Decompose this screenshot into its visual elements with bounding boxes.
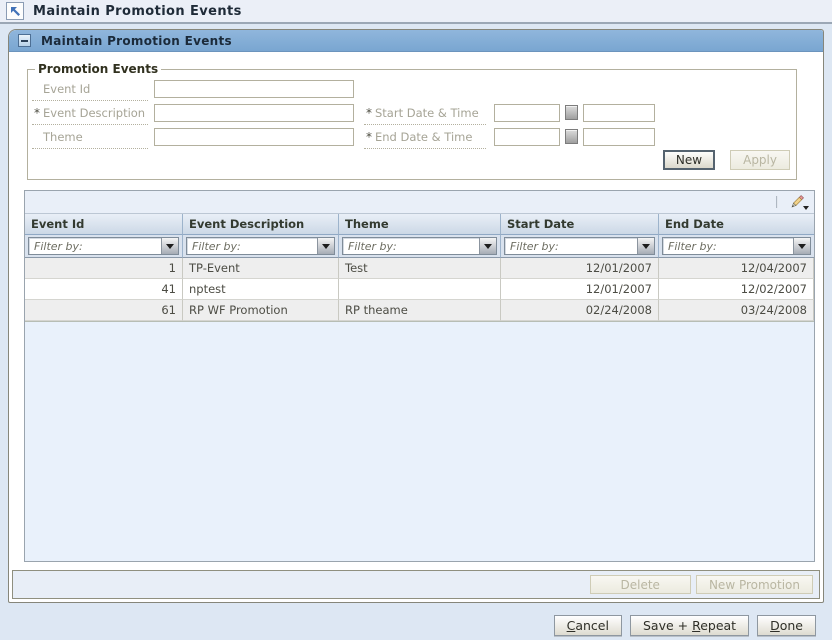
dropdown-arrow-icon[interactable] — [479, 238, 496, 254]
required-marker: * — [366, 130, 372, 144]
maintain-promotion-events-panel: Maintain Promotion Events Promotion Even… — [8, 29, 824, 603]
table-filter-row: Filter by: Filter by: Filter by: Filter … — [25, 235, 814, 258]
table-toolbar — [25, 191, 814, 214]
minus-icon — [21, 39, 28, 42]
dialog-action-bar: Cancel Save + Repeat Done — [8, 603, 824, 636]
end-datetime-row: * End Date & Time — [364, 128, 655, 152]
end-date-field[interactable] — [494, 128, 560, 146]
event-description-field[interactable] — [154, 104, 354, 122]
dropdown-arrow-icon[interactable] — [317, 238, 334, 254]
column-header-event-description[interactable]: Event Description — [183, 214, 339, 235]
toolbar-separator — [776, 196, 778, 208]
panel-title: Maintain Promotion Events — [41, 33, 232, 48]
required-marker: * — [34, 106, 40, 120]
dropdown-arrow-icon[interactable] — [161, 238, 178, 254]
start-date-field[interactable] — [494, 104, 560, 122]
theme-row: Theme — [32, 128, 364, 152]
dropdown-arrow-icon[interactable] — [637, 238, 654, 254]
column-header-start-date[interactable]: Start Date — [501, 214, 659, 235]
event-id-field[interactable] — [154, 80, 354, 98]
restore-window-button[interactable] — [6, 2, 24, 20]
column-header-end-date[interactable]: End Date — [659, 214, 814, 235]
event-description-row: * Event Description — [32, 104, 364, 128]
end-date-calendar-icon[interactable] — [565, 129, 578, 144]
table-row[interactable]: 1 TP-Event Test 12/01/2007 12/04/2007 — [25, 258, 814, 279]
done-button[interactable]: Done — [757, 615, 816, 636]
apply-button[interactable]: Apply — [730, 150, 790, 170]
start-datetime-label: * Start Date & Time — [364, 104, 486, 125]
required-marker: * — [366, 106, 372, 120]
theme-label: Theme — [32, 128, 148, 149]
theme-field[interactable] — [154, 128, 354, 146]
new-promotion-button[interactable]: New Promotion — [695, 575, 813, 594]
arrow-up-left-icon — [10, 6, 20, 16]
start-date-calendar-icon[interactable] — [565, 105, 578, 120]
promotion-events-fieldset: Promotion Events Event Id * Event Descri… — [27, 62, 797, 180]
column-header-theme[interactable]: Theme — [339, 214, 501, 235]
filter-dropdown-theme[interactable]: Filter by: — [342, 237, 497, 255]
save-repeat-button[interactable]: Save + Repeat — [629, 615, 750, 636]
filter-dropdown-event-id[interactable]: Filter by: — [28, 237, 179, 255]
promotion-events-table: Event Id Event Description Theme Start D… — [24, 190, 815, 562]
table-empty-area — [25, 321, 814, 561]
panel-footer: Delete New Promotion — [12, 570, 820, 599]
filter-dropdown-event-description[interactable]: Filter by: — [186, 237, 335, 255]
filter-dropdown-end-date[interactable]: Filter by: — [662, 237, 811, 255]
end-datetime-label: * End Date & Time — [364, 128, 486, 149]
page-content: Maintain Promotion Events Promotion Even… — [0, 24, 832, 636]
filter-dropdown-start-date[interactable]: Filter by: — [504, 237, 655, 255]
panel-header: Maintain Promotion Events — [9, 30, 823, 52]
event-id-label: Event Id — [32, 80, 148, 101]
page-title: Maintain Promotion Events — [33, 3, 242, 19]
start-datetime-row: * Start Date & Time — [364, 104, 655, 128]
cancel-button[interactable]: Cancel — [553, 615, 622, 636]
table-row[interactable]: 41 nptest 12/01/2007 12/02/2007 — [25, 279, 814, 300]
end-time-field[interactable] — [583, 128, 655, 146]
collapse-panel-button[interactable] — [18, 34, 31, 47]
table-header-row: Event Id Event Description Theme Start D… — [25, 214, 814, 235]
event-description-label: * Event Description — [32, 104, 148, 125]
event-id-row: Event Id — [32, 80, 364, 104]
fieldset-legend: Promotion Events — [38, 62, 159, 76]
delete-button[interactable]: Delete — [589, 575, 691, 594]
column-header-event-id[interactable]: Event Id — [25, 214, 183, 235]
table-row[interactable]: 61 RP WF Promotion RP theame 02/24/2008 … — [25, 300, 814, 321]
chevron-down-icon — [803, 205, 809, 210]
window-titlebar: Maintain Promotion Events — [0, 0, 832, 24]
start-time-field[interactable] — [583, 104, 655, 122]
dropdown-arrow-icon[interactable] — [793, 238, 810, 254]
panel-body: Promotion Events Event Id * Event Descri… — [9, 52, 823, 567]
edit-columns-button[interactable] — [785, 193, 809, 212]
new-button[interactable]: New — [662, 150, 716, 170]
